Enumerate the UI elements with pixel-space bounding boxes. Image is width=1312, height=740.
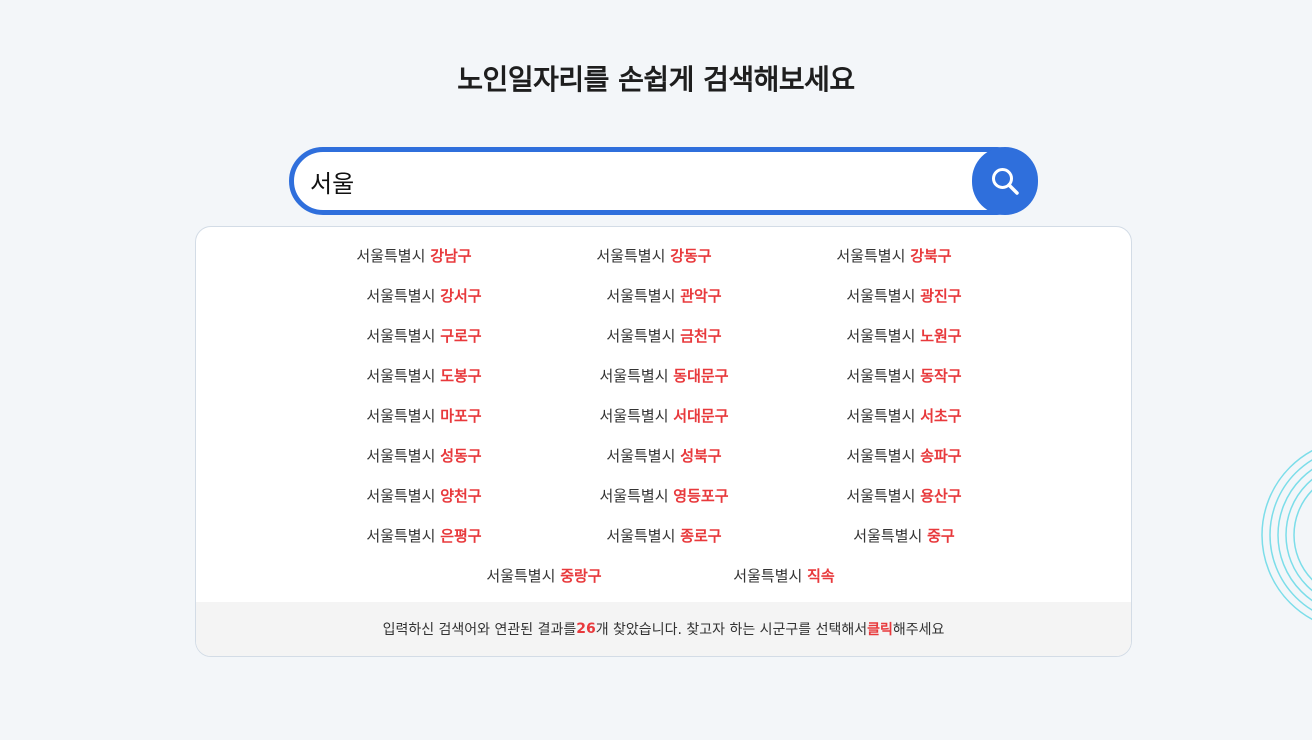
result-city: 서울특별시 <box>366 527 436 545</box>
result-item[interactable]: 서울특별시 은평구 <box>304 526 544 546</box>
result-item[interactable]: 서울특별시 구로구 <box>304 326 544 346</box>
result-item[interactable]: 서울특별시 중랑구 <box>424 566 664 586</box>
result-district: 노원구 <box>920 327 962 345</box>
result-district: 은평구 <box>440 527 482 545</box>
result-item[interactable]: 서울특별시 직속 <box>664 566 904 586</box>
result-city: 서울특별시 <box>366 287 436 305</box>
result-item[interactable]: 서울특별시 종로구 <box>544 526 784 546</box>
result-district: 관악구 <box>680 287 722 305</box>
result-item[interactable]: 서울특별시 광진구 <box>784 286 1024 306</box>
result-item[interactable]: 서울특별시 서대문구 <box>544 406 784 426</box>
result-district: 마포구 <box>440 407 482 425</box>
summary-prefix: 입력하신 검색어와 연관된 결과를 <box>382 622 577 638</box>
result-city: 서울특별시 <box>596 247 666 265</box>
result-district: 용산구 <box>920 487 962 505</box>
result-item[interactable]: 서울특별시 성북구 <box>544 446 784 466</box>
result-district: 동대문구 <box>673 367 729 385</box>
autocomplete-dropdown: 서울특별시 강남구 서울특별시 강동구 서울특별시 강북구 서울특별시 강서구 서울특별… <box>195 226 1132 657</box>
result-city: 서울특별시 <box>366 327 436 345</box>
result-city: 서울특별시 <box>599 487 669 505</box>
result-district: 직속 <box>807 567 835 585</box>
result-city: 서울특별시 <box>846 287 916 305</box>
result-district: 도봉구 <box>440 367 482 385</box>
search-bar <box>289 147 1038 215</box>
result-city: 서울특별시 <box>846 327 916 345</box>
page-title: 노인일자리를 손쉽게 검색해보세요 <box>457 63 855 96</box>
result-city: 서울특별시 <box>606 527 676 545</box>
result-item[interactable]: 서울특별시 금천구 <box>544 326 784 346</box>
result-city: 서울특별시 <box>606 447 676 465</box>
result-item[interactable]: 서울특별시 중구 <box>784 526 1024 546</box>
result-district: 금천구 <box>680 327 722 345</box>
result-district: 중구 <box>927 527 955 545</box>
result-item[interactable]: 서울특별시 용산구 <box>784 486 1024 506</box>
search-input-box[interactable] <box>289 147 1031 215</box>
result-district: 중랑구 <box>560 567 602 585</box>
result-district: 강서구 <box>440 287 482 305</box>
result-city: 서울특별시 <box>366 367 436 385</box>
result-district: 강동구 <box>670 247 712 265</box>
result-item[interactable]: 서울특별시 송파구 <box>784 446 1024 466</box>
result-district: 광진구 <box>920 287 962 305</box>
summary-suffix: 해주세요 <box>892 622 945 638</box>
result-city: 서울특별시 <box>846 487 916 505</box>
result-city: 서울특별시 <box>853 527 923 545</box>
result-district: 서대문구 <box>673 407 729 425</box>
result-city: 서울특별시 <box>846 407 916 425</box>
result-district: 영등포구 <box>673 487 729 505</box>
result-item[interactable]: 서울특별시 서초구 <box>784 406 1024 426</box>
result-city: 서울특별시 <box>366 407 436 425</box>
search-button[interactable] <box>972 147 1038 215</box>
result-district: 성동구 <box>440 447 482 465</box>
result-district: 양천구 <box>440 487 482 505</box>
search-icon <box>992 168 1019 195</box>
result-item[interactable]: 서울특별시 노원구 <box>784 326 1024 346</box>
search-input[interactable] <box>310 158 950 204</box>
result-count: 26 <box>576 621 596 637</box>
result-district: 구로구 <box>440 327 482 345</box>
result-item[interactable]: 서울특별시 강남구 <box>294 246 534 266</box>
result-item[interactable]: 서울특별시 관악구 <box>544 286 784 306</box>
result-district: 송파구 <box>920 447 962 465</box>
result-item[interactable]: 서울특별시 성동구 <box>304 446 544 466</box>
result-city: 서울특별시 <box>366 447 436 465</box>
result-city: 서울특별시 <box>606 327 676 345</box>
result-district: 강남구 <box>430 247 472 265</box>
result-city: 서울특별시 <box>599 367 669 385</box>
result-list: 서울특별시 강남구 서울특별시 강동구 서울특별시 강북구 서울특별시 강서구 서울특별… <box>196 227 1131 603</box>
result-item[interactable]: 서울특별시 동대문구 <box>544 366 784 386</box>
result-city: 서울특별시 <box>356 247 426 265</box>
result-item[interactable]: 서울특별시 강서구 <box>304 286 544 306</box>
result-district: 종로구 <box>680 527 722 545</box>
result-district: 성북구 <box>680 447 722 465</box>
result-city: 서울특별시 <box>606 287 676 305</box>
result-city: 서울특별시 <box>486 567 556 585</box>
result-district: 동작구 <box>920 367 962 385</box>
result-item[interactable]: 서울특별시 영등포구 <box>544 486 784 506</box>
result-city: 서울특별시 <box>846 447 916 465</box>
result-district: 강북구 <box>910 247 952 265</box>
result-city: 서울특별시 <box>599 407 669 425</box>
result-city: 서울특별시 <box>733 567 803 585</box>
result-summary: 입력하신 검색어와 연관된 결과를 26 개 찾았습니다. 찾고자 하는 시군구를… <box>196 602 1131 656</box>
result-item[interactable]: 서울특별시 양천구 <box>304 486 544 506</box>
result-item[interactable]: 서울특별시 강동구 <box>534 246 774 266</box>
concentric-circles-decoration <box>1261 449 1312 621</box>
result-district: 서초구 <box>920 407 962 425</box>
summary-click: 클릭 <box>867 622 893 638</box>
result-item[interactable]: 서울특별시 강북구 <box>774 246 1014 266</box>
summary-middle: 개 찾았습니다. 찾고자 하는 시군구를 선택해서 <box>595 622 868 638</box>
result-city: 서울특별시 <box>846 367 916 385</box>
result-city: 서울특별시 <box>366 487 436 505</box>
result-city: 서울특별시 <box>836 247 906 265</box>
result-item[interactable]: 서울특별시 마포구 <box>304 406 544 426</box>
result-item[interactable]: 서울특별시 동작구 <box>784 366 1024 386</box>
result-item[interactable]: 서울특별시 도봉구 <box>304 366 544 386</box>
